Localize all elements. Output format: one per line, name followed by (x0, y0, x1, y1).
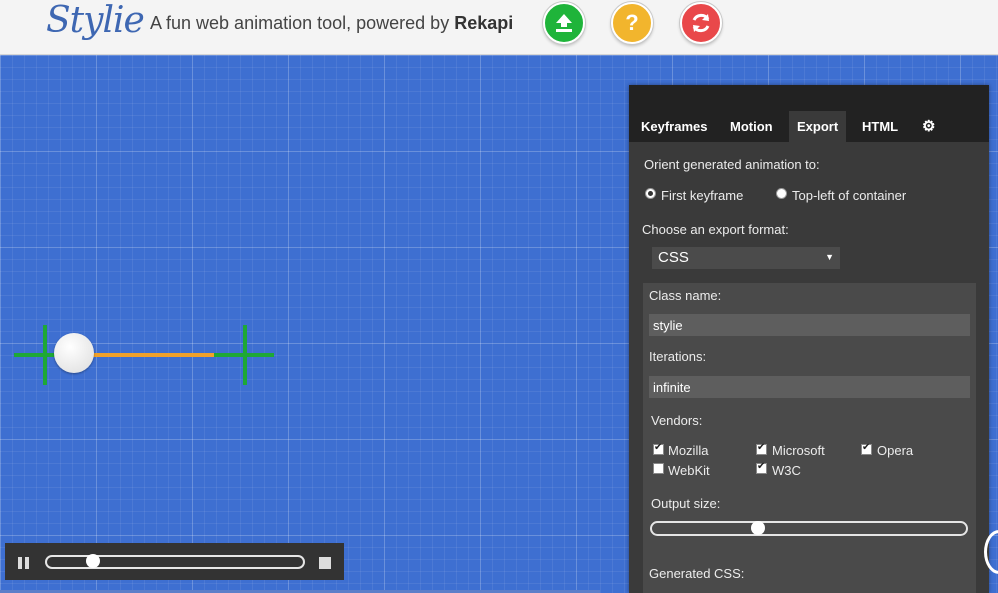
tagline-text: A fun web animation tool, powered by (150, 13, 455, 33)
radio-first-keyframe[interactable] (645, 188, 656, 199)
iterations-field[interactable]: infinite (649, 376, 970, 398)
gear-icon[interactable]: ⚙ (914, 109, 943, 140)
iterations-label: Iterations: (649, 349, 707, 364)
css-options: Class name: stylie Iterations: infinite … (643, 283, 976, 593)
vendors-label: Vendors: (651, 413, 703, 428)
checkbox-opera[interactable] (861, 442, 872, 455)
export-format-value: CSS (658, 249, 689, 266)
pause-button[interactable] (18, 557, 29, 569)
keyframe-crosshair-end-vertical[interactable] (243, 325, 247, 385)
class-name-field[interactable]: stylie (649, 314, 970, 336)
checkbox-microsoft[interactable] (756, 442, 767, 455)
reset-button[interactable] (680, 2, 722, 44)
checkbox-opera-label[interactable]: Opera (877, 443, 913, 458)
scrubber-handle[interactable] (85, 554, 100, 568)
tab-keyframes[interactable]: Keyframes (633, 111, 716, 142)
upload-button[interactable] (543, 2, 585, 44)
output-size-handle[interactable] (751, 521, 765, 535)
checkbox-mozilla-label[interactable]: Mozilla (668, 443, 708, 458)
tab-html[interactable]: HTML (854, 111, 906, 142)
checkbox-w3c[interactable] (756, 461, 767, 474)
checkbox-webkit[interactable] (653, 463, 664, 474)
class-name-label: Class name: (649, 288, 722, 303)
panel-tabs: Keyframes Motion Export HTML ⚙ (629, 85, 989, 142)
checkbox-mozilla[interactable] (653, 442, 664, 455)
output-size-label: Output size: (651, 496, 721, 511)
app-logo[interactable]: Stylie (46, 0, 145, 41)
tagline: A fun web animation tool, powered by Rek… (150, 13, 513, 34)
radio-top-left-label[interactable]: Top-left of container (792, 188, 906, 203)
stop-button[interactable] (319, 557, 331, 569)
checkbox-w3c-label[interactable]: W3C (772, 463, 801, 478)
control-panel: Keyframes Motion Export HTML ⚙ Orient ge… (629, 85, 989, 593)
export-format-select[interactable]: CSS ▼ (652, 247, 840, 269)
tab-export[interactable]: Export (789, 111, 847, 142)
tagline-brand-link[interactable]: Rekapi (454, 13, 513, 33)
checkbox-microsoft-label[interactable]: Microsoft (772, 443, 825, 458)
question-icon: ? (625, 10, 639, 35)
refresh-icon (692, 13, 710, 33)
timeline-scrubber[interactable] (45, 554, 305, 569)
checkbox-webkit-label[interactable]: WebKit (668, 463, 710, 478)
output-size-slider[interactable] (650, 521, 968, 536)
radio-top-left[interactable] (776, 188, 787, 199)
animated-actor[interactable] (54, 333, 94, 373)
help-button[interactable]: ? (611, 2, 653, 44)
radio-first-keyframe-label[interactable]: First keyframe (661, 188, 743, 203)
playback-controls (5, 543, 344, 580)
upload-icon (556, 14, 572, 32)
chevron-down-icon: ▼ (825, 252, 834, 262)
format-label: Choose an export format: (642, 222, 789, 237)
keyframe-crosshair-start-vertical[interactable] (43, 325, 47, 385)
orient-label: Orient generated animation to: (644, 157, 820, 172)
app-header: Stylie A fun web animation tool, powered… (0, 0, 998, 55)
tab-motion[interactable]: Motion (722, 111, 781, 142)
generated-css-label: Generated CSS: (649, 566, 745, 581)
motion-path (74, 353, 216, 357)
